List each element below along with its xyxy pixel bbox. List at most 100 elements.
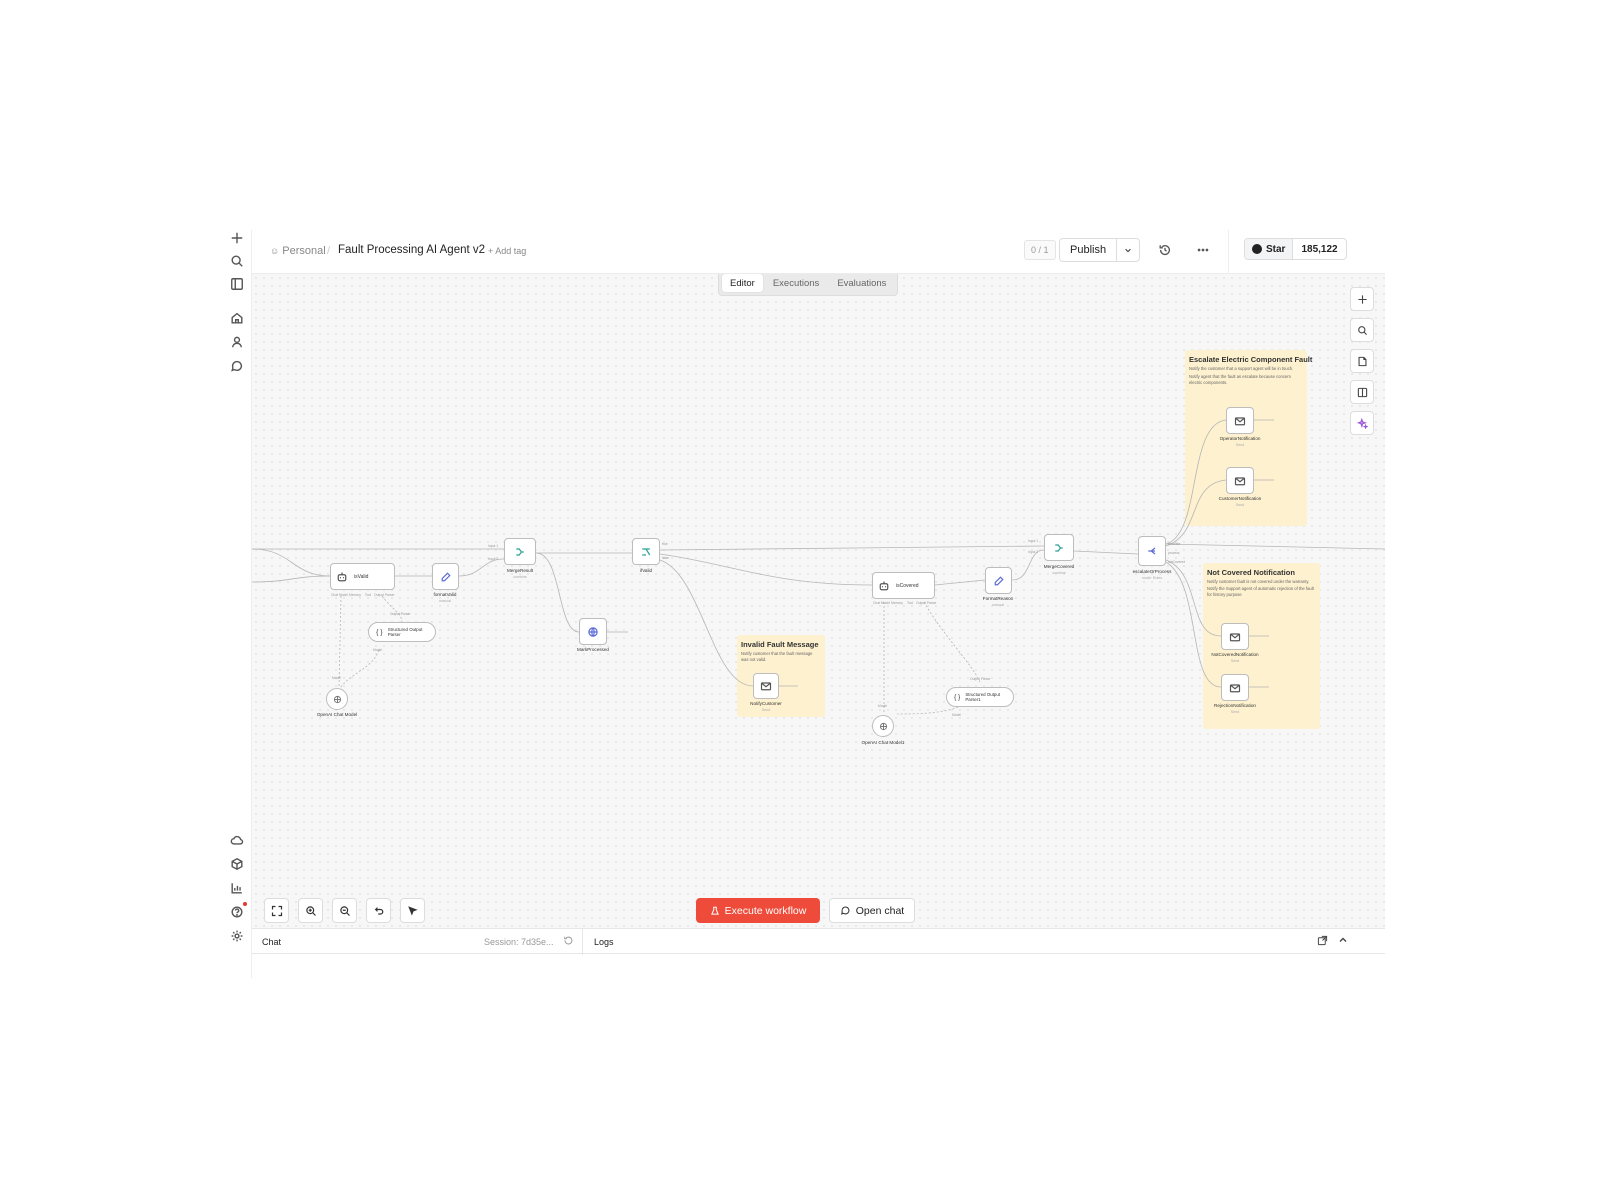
port-label: false (662, 556, 669, 560)
mail-icon (1229, 683, 1241, 692)
node-label: formatValid (433, 592, 457, 597)
chat-bubble-icon (840, 906, 850, 915)
templates-icon[interactable] (229, 856, 245, 872)
home-icon[interactable] (229, 310, 245, 326)
output-parser-node[interactable]: Structured Output Parser (368, 622, 436, 642)
add-sticky-button[interactable] (1350, 349, 1374, 373)
node-label: NotifyCustomer (750, 701, 782, 706)
edit-icon (441, 571, 451, 581)
publish-button[interactable]: Publish (1060, 239, 1118, 261)
breadcrumb-separator: / (327, 245, 331, 257)
set-node-formatvalid[interactable] (432, 563, 459, 590)
open-chat-button[interactable]: Open chat (829, 898, 915, 923)
zoom-out-button[interactable] (332, 898, 357, 923)
workflow-canvas[interactable]: Editor Executions Evaluations Invalid Fa… (252, 274, 1385, 928)
merge-node-mergecovered[interactable] (1044, 534, 1074, 561)
node-subtitle: Send (1230, 659, 1240, 663)
app-window: ☺ Personal / Fault Processing AI Agent v… (222, 230, 1385, 978)
if-node-ifvalid[interactable] (632, 538, 660, 565)
footer-divider (582, 929, 583, 955)
logs-tab[interactable]: Logs (594, 937, 614, 947)
search-icon[interactable] (229, 253, 245, 269)
node-label: FormatReason (982, 596, 1014, 601)
output-parser-node-1[interactable]: Structured Output Parser1 (946, 687, 1014, 707)
cloud-icon[interactable] (229, 832, 245, 848)
add-tag-button[interactable]: + Add tag (488, 246, 526, 256)
email-node-rejectionnotification[interactable] (1221, 674, 1249, 701)
reset-session-icon[interactable] (563, 935, 574, 948)
github-star-label: Star (1266, 243, 1286, 255)
email-node-operatornotification[interactable] (1226, 407, 1254, 434)
email-node-customernotification[interactable] (1226, 467, 1254, 494)
cursor-icon (407, 905, 418, 916)
node-label: MarkProcessed (577, 647, 609, 652)
openai-icon (333, 695, 341, 703)
merge-icon (516, 547, 524, 556)
pop-out-icon[interactable] (1317, 935, 1328, 948)
mail-icon (1234, 416, 1246, 425)
toggle-panel-button[interactable] (1350, 380, 1374, 404)
github-star-button[interactable]: Star 185,122 (1244, 238, 1347, 260)
set-node-formatreason[interactable] (985, 567, 1012, 594)
switch-node-escalateorprocess[interactable] (1138, 536, 1166, 566)
plus-icon[interactable] (229, 230, 245, 246)
node-subtitle: combine (513, 575, 527, 579)
node-label: Structured Output Parser1 (965, 692, 1001, 702)
history-icon[interactable] (1158, 243, 1172, 257)
node-label: escalateOrProcess (1132, 569, 1172, 574)
top-header: ☺ Personal / Fault Processing AI Agent v… (252, 230, 1385, 274)
node-subtitle: Send (761, 708, 771, 712)
github-icon (1252, 244, 1262, 254)
help-icon[interactable] (229, 902, 247, 920)
chevron-up-icon[interactable] (1338, 935, 1348, 947)
execute-label: Execute workflow (724, 904, 807, 917)
sidebar-toggle-icon[interactable] (229, 276, 245, 292)
agent-node-iscovered[interactable]: isCovered (872, 572, 935, 599)
port-label: Output Parser (374, 593, 395, 597)
ai-assistant-button[interactable] (1350, 411, 1374, 435)
add-node-button[interactable] (1350, 287, 1374, 311)
github-star-count: 185,122 (1301, 243, 1338, 255)
node-label: Structured Output Parser (387, 627, 423, 637)
settings-icon[interactable] (229, 928, 245, 944)
openai-model-node-1[interactable] (872, 715, 894, 737)
chat-bubble-icon[interactable] (229, 358, 245, 374)
branch-icon (642, 547, 651, 556)
flask-icon (710, 906, 719, 915)
more-options-icon[interactable] (1196, 243, 1210, 257)
execute-workflow-button[interactable]: Execute workflow (696, 898, 820, 923)
node-subtitle: manual (439, 599, 451, 603)
port-label: Chat Model (873, 601, 890, 605)
bottom-panel-bar: Chat Session: 7d35e... Logs (252, 928, 1385, 955)
insights-icon[interactable] (229, 880, 245, 896)
search-nodes-button[interactable] (1350, 318, 1374, 342)
node-label: MergeResult (506, 568, 534, 573)
http-node-markprocessed[interactable] (579, 618, 607, 645)
workflow-title[interactable]: Fault Processing AI Agent v2 (338, 244, 485, 256)
email-node-notcoverednotification[interactable] (1221, 623, 1249, 650)
openai-icon (879, 722, 887, 730)
header-divider (1228, 230, 1229, 274)
email-node-notifycustomer[interactable] (753, 673, 779, 699)
merge-node-mergeresult[interactable] (504, 538, 536, 565)
port-label: notCovered (1168, 560, 1186, 564)
sparkle-icon (1356, 417, 1368, 429)
left-sidebar (222, 230, 252, 978)
openai-model-node[interactable] (326, 688, 348, 710)
panel-icon (1357, 387, 1367, 397)
zoom-in-button[interactable] (298, 898, 323, 923)
undo-button[interactable] (366, 898, 391, 923)
version-counter: 0 / 1 (1024, 240, 1056, 260)
chat-tab[interactable]: Chat (262, 937, 281, 947)
port-label: Model (878, 704, 887, 708)
user-icon: ☺ (270, 246, 280, 256)
fit-view-button[interactable] (264, 898, 289, 923)
robot-icon (337, 572, 347, 581)
chevron-down-icon[interactable] (1117, 239, 1139, 261)
user-icon[interactable] (229, 334, 245, 350)
project-name: Personal (282, 245, 326, 257)
globe-icon (588, 626, 598, 637)
tidy-up-button[interactable] (400, 898, 425, 923)
agent-node-isvalid[interactable]: isValid (330, 563, 395, 590)
breadcrumb-project[interactable]: ☺ Personal (270, 245, 326, 257)
